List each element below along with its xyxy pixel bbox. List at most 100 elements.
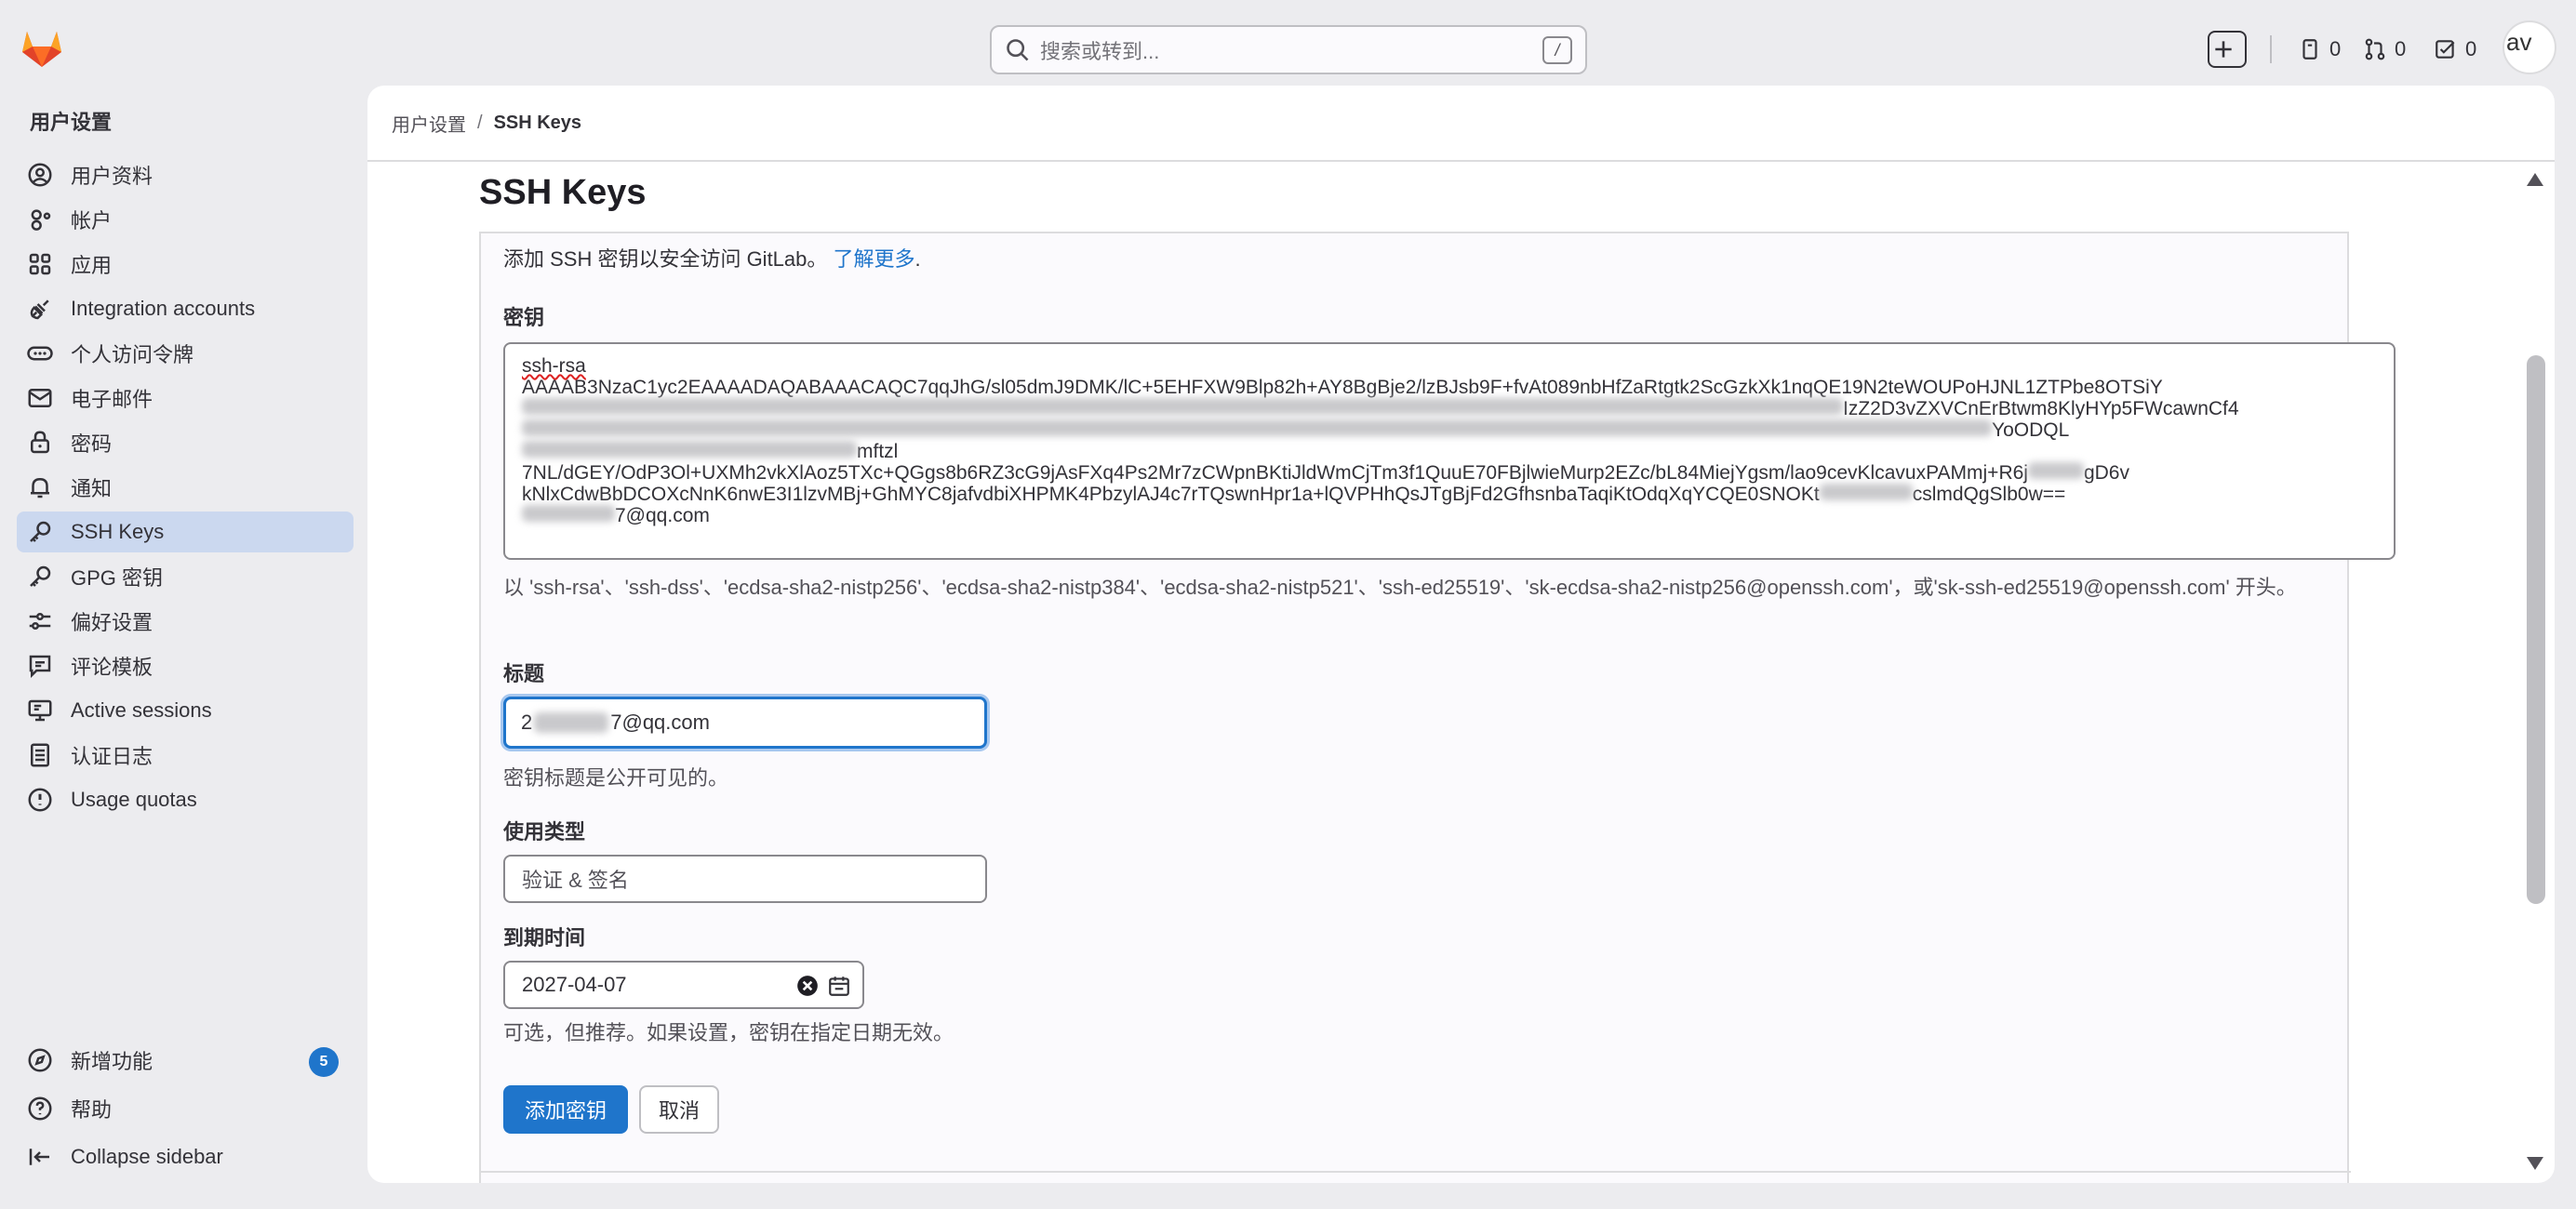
sidebar-item-label: 电子邮件 xyxy=(71,388,153,411)
account-icon xyxy=(26,206,54,233)
expiration-date-value: 2027-04-07 xyxy=(522,973,627,996)
key-line-5: 7NL/dGEY/OdP3Ol+UXMh2vkXlAoz5TXc+QGgs8b6… xyxy=(522,462,2129,484)
key-line-4: YoODQLmftzl xyxy=(522,419,2377,462)
sidebar-item-applications[interactable]: 应用 xyxy=(17,244,354,285)
sidebar-item-integration-accounts[interactable]: Integration accounts xyxy=(17,288,354,329)
scrollbar-thumb[interactable] xyxy=(2527,355,2545,904)
page-title: SSH Keys xyxy=(479,173,647,212)
usage-type-value: 验证 & 签名 xyxy=(522,869,629,892)
preferences-icon xyxy=(26,607,54,635)
issues-button[interactable]: 0 xyxy=(2298,31,2341,68)
scroll-down-arrow[interactable] xyxy=(2527,1157,2543,1170)
token-icon xyxy=(26,339,54,367)
merge-request-icon xyxy=(2363,37,2387,61)
breadcrumb: 用户设置 / SSH Keys xyxy=(367,86,2555,162)
clear-icon[interactable] xyxy=(795,974,820,998)
sidebar-item-emails[interactable]: 电子邮件 xyxy=(17,378,354,418)
sidebar-item-comment-templates[interactable]: 评论模板 xyxy=(17,645,354,686)
quota-icon xyxy=(26,786,54,814)
title-hint: 密钥标题是公开可见的。 xyxy=(503,766,729,790)
monitor-icon xyxy=(26,697,54,724)
sidebar-item-access-tokens[interactable]: 个人访问令牌 xyxy=(17,333,354,374)
sidebar-item-preferences[interactable]: 偏好设置 xyxy=(17,601,354,642)
key-line-2: AAAAB3NzaC1yc2EAAAADAQABAAACAQC7qqJhG/sl… xyxy=(522,377,2163,398)
log-icon xyxy=(26,741,54,769)
user-icon xyxy=(26,161,54,189)
user-avatar[interactable]: av xyxy=(2503,20,2556,74)
collapse-sidebar-label: Collapse sidebar xyxy=(71,1145,223,1168)
collapse-sidebar-button[interactable]: Collapse sidebar xyxy=(17,1136,354,1177)
intro-text: 添加 SSH 密钥以安全访问 GitLab。 了解更多. xyxy=(503,243,921,272)
sidebar-item-label: SSH Keys xyxy=(71,520,165,543)
sidebar-item-gpg-keys[interactable]: GPG 密钥 xyxy=(17,556,354,597)
sidebar-item-label: 偏好设置 xyxy=(71,611,153,634)
usage-type-select[interactable]: 验证 & 签名 xyxy=(503,855,987,903)
title-value-prefix: 2 xyxy=(521,711,533,734)
sidebar-item-profile[interactable]: 用户资料 xyxy=(17,154,354,195)
sidebar-item-label: Usage quotas xyxy=(71,788,197,811)
sidebar: 用户设置 用户资料 帐户 应用 Integration accounts 个人访… xyxy=(0,86,367,1209)
sidebar-item-label: 应用 xyxy=(71,254,113,277)
mail-icon xyxy=(26,384,54,412)
key-type-text: ssh-rsa xyxy=(522,355,586,377)
expiration-label: 到期时间 xyxy=(503,926,586,950)
sidebar-item-notifications[interactable]: 通知 xyxy=(17,467,354,508)
sidebar-item-active-sessions[interactable]: Active sessions xyxy=(17,690,354,731)
whats-new-label: 新增功能 xyxy=(71,1050,153,1073)
sidebar-item-label: 通知 xyxy=(71,477,113,500)
intro-period: . xyxy=(914,247,921,271)
key-line-6: kNlxCdwBbDCOXcNnK6nwE3I1lzvMBj+GhMYC8jaf… xyxy=(522,484,2066,505)
create-new-button[interactable] xyxy=(2208,31,2247,68)
key-icon xyxy=(26,563,54,591)
integration-icon xyxy=(26,295,54,323)
key-format-hint: 以 'ssh-rsa'、'ssh-dss'、'ecdsa-sha2-nistp2… xyxy=(503,576,2297,599)
cancel-button[interactable]: 取消 xyxy=(639,1085,719,1134)
search-icon xyxy=(1005,37,1031,63)
issues-count: 0 xyxy=(2329,37,2342,60)
merge-requests-count: 0 xyxy=(2395,37,2407,60)
title-label: 标题 xyxy=(503,662,545,685)
sidebar-help[interactable]: 帮助 xyxy=(17,1088,354,1129)
add-ssh-key-form: 添加 SSH 密钥以安全访问 GitLab。 了解更多. 密钥 ssh-rsa … xyxy=(479,232,2396,1183)
redacted-text xyxy=(1819,484,1913,500)
redacted-text xyxy=(534,712,609,733)
divider xyxy=(481,1171,2351,1173)
key-textarea[interactable]: ssh-rsa AAAAB3NzaC1yc2EAAAADAQABAAACAQC7… xyxy=(503,342,2396,560)
sidebar-item-ssh-keys[interactable]: SSH Keys xyxy=(17,512,354,552)
redacted-text xyxy=(522,419,1992,436)
sidebar-item-auth-log[interactable]: 认证日志 xyxy=(17,735,354,776)
breadcrumb-separator: / xyxy=(477,112,483,133)
merge-requests-button[interactable]: 0 xyxy=(2363,31,2406,68)
topbar-divider xyxy=(2270,35,2272,63)
sidebar-item-usage-quotas[interactable]: Usage quotas xyxy=(17,779,354,820)
title-value-suffix: 7@qq.com xyxy=(610,711,710,734)
expiration-date-input[interactable]: 2027-04-07 xyxy=(503,961,864,1009)
todo-checkbox-icon xyxy=(2434,37,2458,61)
sidebar-item-account[interactable]: 帐户 xyxy=(17,199,354,240)
sidebar-item-label: GPG 密钥 xyxy=(71,566,164,590)
usage-type-label: 使用类型 xyxy=(503,820,586,844)
main-content: 用户设置 / SSH Keys SSH Keys 添加 SSH 密钥以安全访问 … xyxy=(367,86,2555,1183)
expiration-hint: 可选，但推荐。如果设置，密钥在指定日期无效。 xyxy=(503,1021,954,1044)
breadcrumb-user-settings[interactable]: 用户设置 xyxy=(392,110,466,137)
calendar-icon[interactable] xyxy=(827,974,851,998)
collapse-left-icon xyxy=(26,1143,54,1171)
sidebar-item-password[interactable]: 密码 xyxy=(17,422,354,463)
redacted-text xyxy=(2027,462,2084,479)
sidebar-title: 用户设置 xyxy=(30,111,113,134)
key-icon xyxy=(26,518,54,546)
search-input[interactable]: 搜索或转到... / xyxy=(990,25,1587,74)
todos-button[interactable]: 0 xyxy=(2434,31,2476,68)
gitlab-logo-icon[interactable] xyxy=(20,28,63,69)
sidebar-whats-new[interactable]: 新增功能 5 xyxy=(17,1040,354,1081)
learn-more-link[interactable]: 了解更多 xyxy=(834,247,915,271)
title-input[interactable]: 2 7@qq.com xyxy=(503,697,987,749)
sidebar-item-label: 帐户 xyxy=(71,209,113,232)
add-key-button[interactable]: 添加密钥 xyxy=(503,1085,628,1134)
key-line-7: 7@qq.com xyxy=(522,505,2377,526)
scroll-up-arrow[interactable] xyxy=(2527,173,2543,186)
avatar-alt-text: av xyxy=(2506,28,2532,56)
breadcrumb-ssh-keys[interactable]: SSH Keys xyxy=(494,113,582,134)
applications-icon xyxy=(26,250,54,278)
redacted-text xyxy=(522,441,857,458)
